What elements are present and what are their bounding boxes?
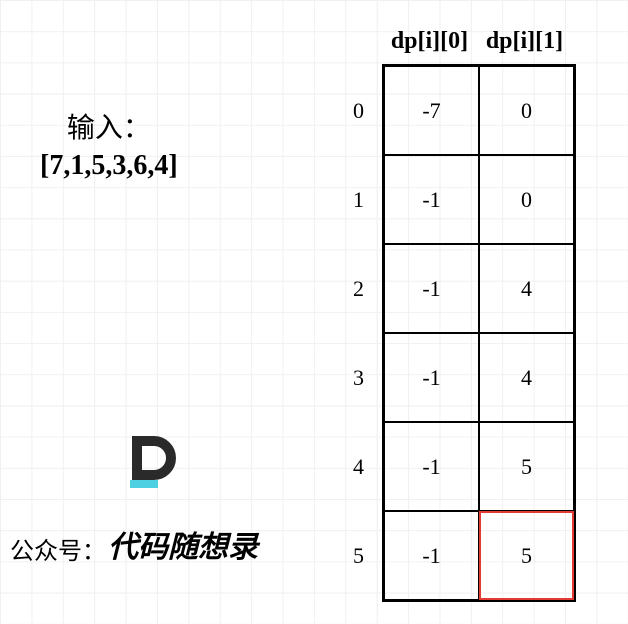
table-row: 1 -1 0 — [384, 155, 574, 244]
input-block: 输入： [7,1,5,3,6,4] — [40, 106, 178, 182]
cell-dp1-highlight: 5 — [479, 511, 574, 600]
cell-dp0: -1 — [384, 333, 479, 422]
table-row: 5 -1 5 — [384, 511, 574, 600]
logo-icon — [132, 436, 178, 482]
dp-table: 0 -7 0 1 -1 0 2 -1 4 3 -1 4 4 -1 5 5 -1 … — [382, 64, 576, 602]
cell-dp0: -1 — [384, 422, 479, 511]
input-array: [7,1,5,3,6,4] — [40, 150, 178, 182]
table-row: 3 -1 4 — [384, 333, 574, 422]
table-row: 2 -1 4 — [384, 244, 574, 333]
cell-dp1: 4 — [479, 333, 574, 422]
header-dp0: dp[i][0] — [382, 28, 477, 55]
cell-dp1: 0 — [479, 66, 574, 155]
credit-label: 公众号： — [10, 531, 106, 566]
row-index: 1 — [334, 155, 364, 244]
cell-dp1: 4 — [479, 244, 574, 333]
table-header-row: dp[i][0] dp[i][1] — [382, 28, 572, 55]
row-index: 4 — [334, 422, 364, 511]
cell-dp0: -1 — [384, 155, 479, 244]
header-dp1: dp[i][1] — [477, 28, 572, 55]
cell-dp0: -1 — [384, 511, 479, 600]
cell-dp1: 0 — [479, 155, 574, 244]
row-index: 3 — [334, 333, 364, 422]
cell-dp0: -1 — [384, 244, 479, 333]
row-index: 2 — [334, 244, 364, 333]
cell-dp0: -7 — [384, 66, 479, 155]
table-row: 0 -7 0 — [384, 66, 574, 155]
table-row: 4 -1 5 — [384, 422, 574, 511]
credit-name: 代码随想录 — [108, 522, 258, 566]
row-index: 5 — [334, 511, 364, 600]
cell-dp1: 5 — [479, 422, 574, 511]
credit-block: 公众号： 代码随想录 — [10, 480, 258, 566]
row-index: 0 — [334, 66, 364, 155]
input-label: 输入： — [40, 106, 178, 146]
